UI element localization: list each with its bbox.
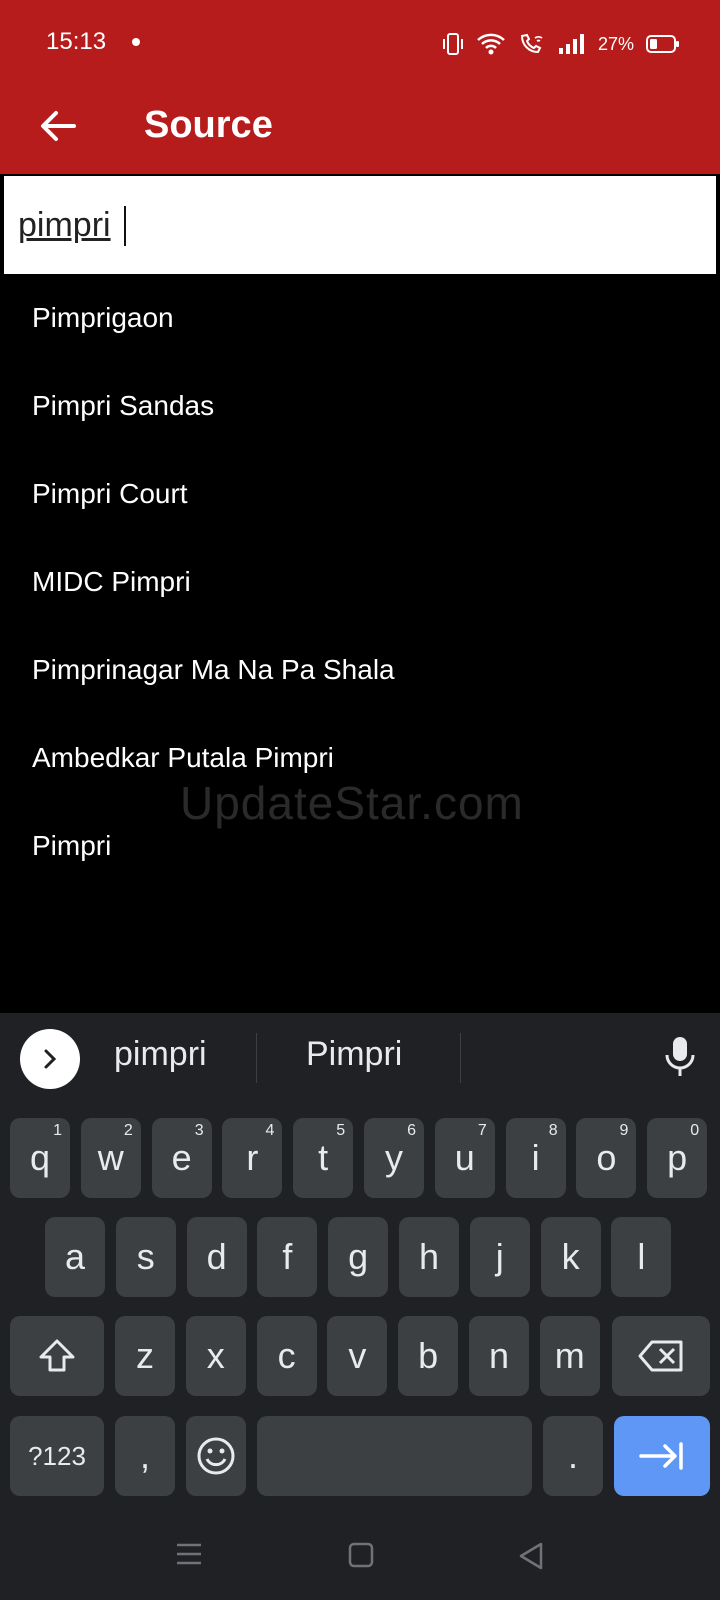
key-x[interactable]: x (185, 1316, 246, 1396)
search-input[interactable] (18, 200, 678, 250)
key-v[interactable]: v (327, 1316, 388, 1396)
key-hint: 7 (477, 1122, 487, 1139)
signal-icon (558, 32, 586, 56)
next-key[interactable] (614, 1416, 710, 1496)
key-y[interactable]: y6 (364, 1118, 424, 1198)
key-r[interactable]: r4 (222, 1118, 283, 1198)
key-s[interactable]: s (115, 1217, 176, 1297)
key-j[interactable]: j (469, 1217, 530, 1297)
key-label: i (531, 1137, 540, 1178)
period-key[interactable]: . (543, 1416, 603, 1496)
chevron-right-icon (44, 1049, 57, 1069)
key-g[interactable]: g (328, 1217, 389, 1297)
key-hint: 0 (690, 1122, 700, 1139)
tab-next-icon (639, 1442, 683, 1470)
arrow-left-icon (41, 111, 76, 141)
key-label: e (171, 1137, 192, 1178)
notification-dot (132, 38, 140, 46)
key-u[interactable]: u7 (434, 1118, 495, 1198)
key-label: y (385, 1137, 403, 1178)
suggestion-divider (460, 1033, 461, 1083)
key-z[interactable]: z (115, 1316, 175, 1396)
key-d[interactable]: d (186, 1217, 247, 1297)
status-time: 15:13 (46, 28, 107, 55)
shift-key[interactable] (10, 1316, 104, 1396)
key-label: p (667, 1137, 688, 1178)
suggestion-divider (256, 1033, 257, 1083)
key-q[interactable]: q1 (10, 1118, 70, 1198)
status-bar: 15:13 27% (0, 0, 720, 88)
key-n[interactable]: n (469, 1316, 529, 1396)
key-label: r (246, 1137, 259, 1178)
back-nav-icon[interactable] (518, 1542, 544, 1575)
list-item[interactable]: Pimprigaon (0, 274, 720, 362)
backspace-icon (638, 1340, 683, 1372)
key-p[interactable]: p0 (647, 1118, 708, 1198)
key-label: w (97, 1137, 124, 1178)
suggestion-strip: pimpri Pimpri (0, 1013, 720, 1101)
emoji-icon (197, 1437, 235, 1475)
key-h[interactable]: h (399, 1217, 459, 1297)
back-button[interactable] (30, 98, 86, 154)
key-a[interactable]: a (45, 1217, 105, 1297)
symbols-key[interactable]: ?123 (10, 1416, 104, 1496)
microphone-icon[interactable] (664, 1035, 696, 1084)
page-title: Source (144, 104, 273, 146)
key-hint: 8 (548, 1122, 558, 1139)
key-w[interactable]: w2 (80, 1118, 141, 1198)
home-nav-icon[interactable] (348, 1542, 374, 1573)
backspace-key[interactable] (612, 1316, 710, 1396)
key-l[interactable]: l (611, 1217, 672, 1297)
suggestion-1[interactable]: pimpri (114, 1035, 207, 1074)
key-label: t (318, 1137, 329, 1178)
expand-toolbar-button[interactable] (20, 1029, 80, 1089)
menu-nav-icon[interactable] (176, 1542, 202, 1571)
key-hint: 1 (53, 1122, 62, 1139)
vibrate-icon (442, 31, 464, 57)
status-icons: 27% (442, 30, 680, 58)
space-key[interactable] (257, 1416, 532, 1496)
list-item[interactable]: MIDC Pimpri (0, 538, 720, 626)
key-t[interactable]: t5 (293, 1118, 354, 1198)
shift-icon (39, 1339, 75, 1372)
battery-icon (646, 34, 680, 54)
navigation-bar (0, 1510, 720, 1600)
key-hint: 9 (619, 1122, 629, 1139)
key-f[interactable]: f (257, 1217, 318, 1297)
key-c[interactable]: c (256, 1316, 317, 1396)
key-k[interactable]: k (540, 1217, 601, 1297)
top-app-area: 15:13 27% Source (0, 0, 720, 174)
key-label: o (596, 1137, 617, 1178)
list-item[interactable]: Pimprinagar Ma Na Pa Shala (0, 626, 720, 714)
search-box (4, 176, 716, 274)
emoji-key[interactable] (186, 1416, 246, 1496)
key-o[interactable]: o9 (576, 1118, 637, 1198)
key-hint: 2 (123, 1122, 133, 1139)
key-hint: 6 (407, 1122, 416, 1139)
key-m[interactable]: m (539, 1316, 600, 1396)
watermark: UpdateStar.com (180, 777, 524, 829)
key-b[interactable]: b (398, 1316, 459, 1396)
key-e[interactable]: e3 (151, 1118, 212, 1198)
wifi-calling-icon (518, 32, 546, 56)
battery-percent: 27% (597, 33, 634, 54)
suggestion-2[interactable]: Pimpri (306, 1035, 402, 1074)
key-i[interactable]: i8 (505, 1118, 566, 1198)
key-label: u (454, 1137, 475, 1178)
app-bar: Source (0, 88, 720, 174)
key-hint: 5 (336, 1122, 346, 1139)
list-item[interactable]: Pimpri Sandas (0, 362, 720, 450)
text-cursor (124, 206, 126, 246)
wifi-icon (476, 32, 506, 56)
key-hint: 3 (194, 1122, 204, 1139)
list-item[interactable]: Pimpri Court (0, 450, 720, 538)
key-hint: 4 (265, 1122, 275, 1139)
key-label: q (29, 1137, 51, 1178)
comma-key[interactable]: , (115, 1416, 175, 1496)
